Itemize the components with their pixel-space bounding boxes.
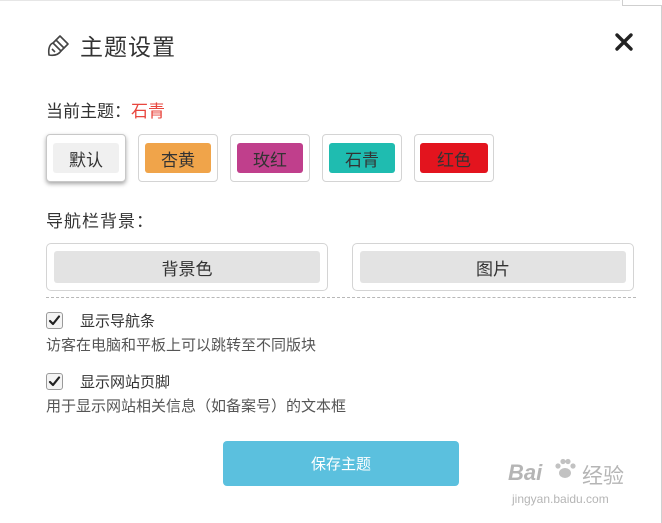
watermark: Bai 经验 jingyan.baidu.com — [508, 456, 656, 516]
close-button[interactable] — [612, 30, 636, 54]
background-color-option[interactable]: 背景色 — [46, 243, 328, 291]
background-color-label: 背景色 — [54, 251, 320, 283]
current-theme-line: 当前主题：石青 — [46, 97, 165, 122]
swatch-chip: 红色 — [420, 143, 488, 173]
theme-swatch-default[interactable]: 默认 — [46, 134, 126, 182]
show-footer-label: 显示网站页脚 — [80, 373, 171, 391]
corner-decoration — [622, 0, 662, 6]
swatch-chip: 默认 — [53, 143, 119, 173]
close-icon — [615, 33, 633, 51]
top-border — [0, 0, 620, 1]
theme-swatch-rose[interactable]: 玫红 — [230, 134, 310, 182]
dashed-divider — [46, 297, 636, 298]
show-footer-row: 显示网站页脚 — [46, 371, 170, 392]
current-theme-value: 石青 — [131, 102, 165, 122]
watermark-url: jingyan.baidu.com — [512, 492, 609, 506]
show-footer-checkbox[interactable] — [46, 373, 63, 390]
nav-background-label: 导航栏背景： — [46, 212, 154, 232]
show-footer-description: 用于显示网站相关信息（如备案号）的文本框 — [46, 397, 347, 415]
theme-swatch-list: 默认 杏黄 玫红 石青 红色 — [46, 134, 494, 182]
current-theme-label: 当前主题： — [46, 102, 131, 122]
checkmark-icon — [48, 315, 61, 326]
show-navbar-description: 访客在电脑和平板上可以跳转至不同版块 — [46, 336, 317, 354]
paw-icon — [552, 456, 578, 486]
swatch-chip: 玫红 — [237, 143, 303, 173]
theme-swatch-red[interactable]: 红色 — [414, 134, 494, 182]
theme-settings-dialog: 主题设置 当前主题：石青 默认 杏黄 玫红 石青 红色 导航栏背景： 背景色 图… — [0, 0, 662, 523]
theme-swatch-apricot[interactable]: 杏黄 — [138, 134, 218, 182]
swatch-chip: 杏黄 — [145, 143, 211, 173]
show-navbar-checkbox[interactable] — [46, 312, 63, 329]
background-image-option[interactable]: 图片 — [352, 243, 634, 291]
dialog-title: 主题设置 — [80, 35, 176, 61]
show-navbar-label: 显示导航条 — [80, 312, 156, 330]
paint-brush-icon — [46, 32, 72, 58]
dialog-header: 主题设置 — [46, 28, 176, 62]
watermark-brand-suffix: 经验 — [582, 465, 624, 488]
save-theme-button[interactable]: 保存主题 — [223, 441, 459, 486]
nav-background-options: 背景色 图片 — [46, 243, 634, 291]
theme-swatch-cyan[interactable]: 石青 — [322, 134, 402, 182]
watermark-brand: Bai — [508, 460, 543, 485]
show-navbar-row: 显示导航条 — [46, 310, 155, 331]
background-image-label: 图片 — [360, 251, 626, 283]
checkmark-icon — [48, 376, 61, 387]
swatch-chip: 石青 — [329, 143, 395, 173]
